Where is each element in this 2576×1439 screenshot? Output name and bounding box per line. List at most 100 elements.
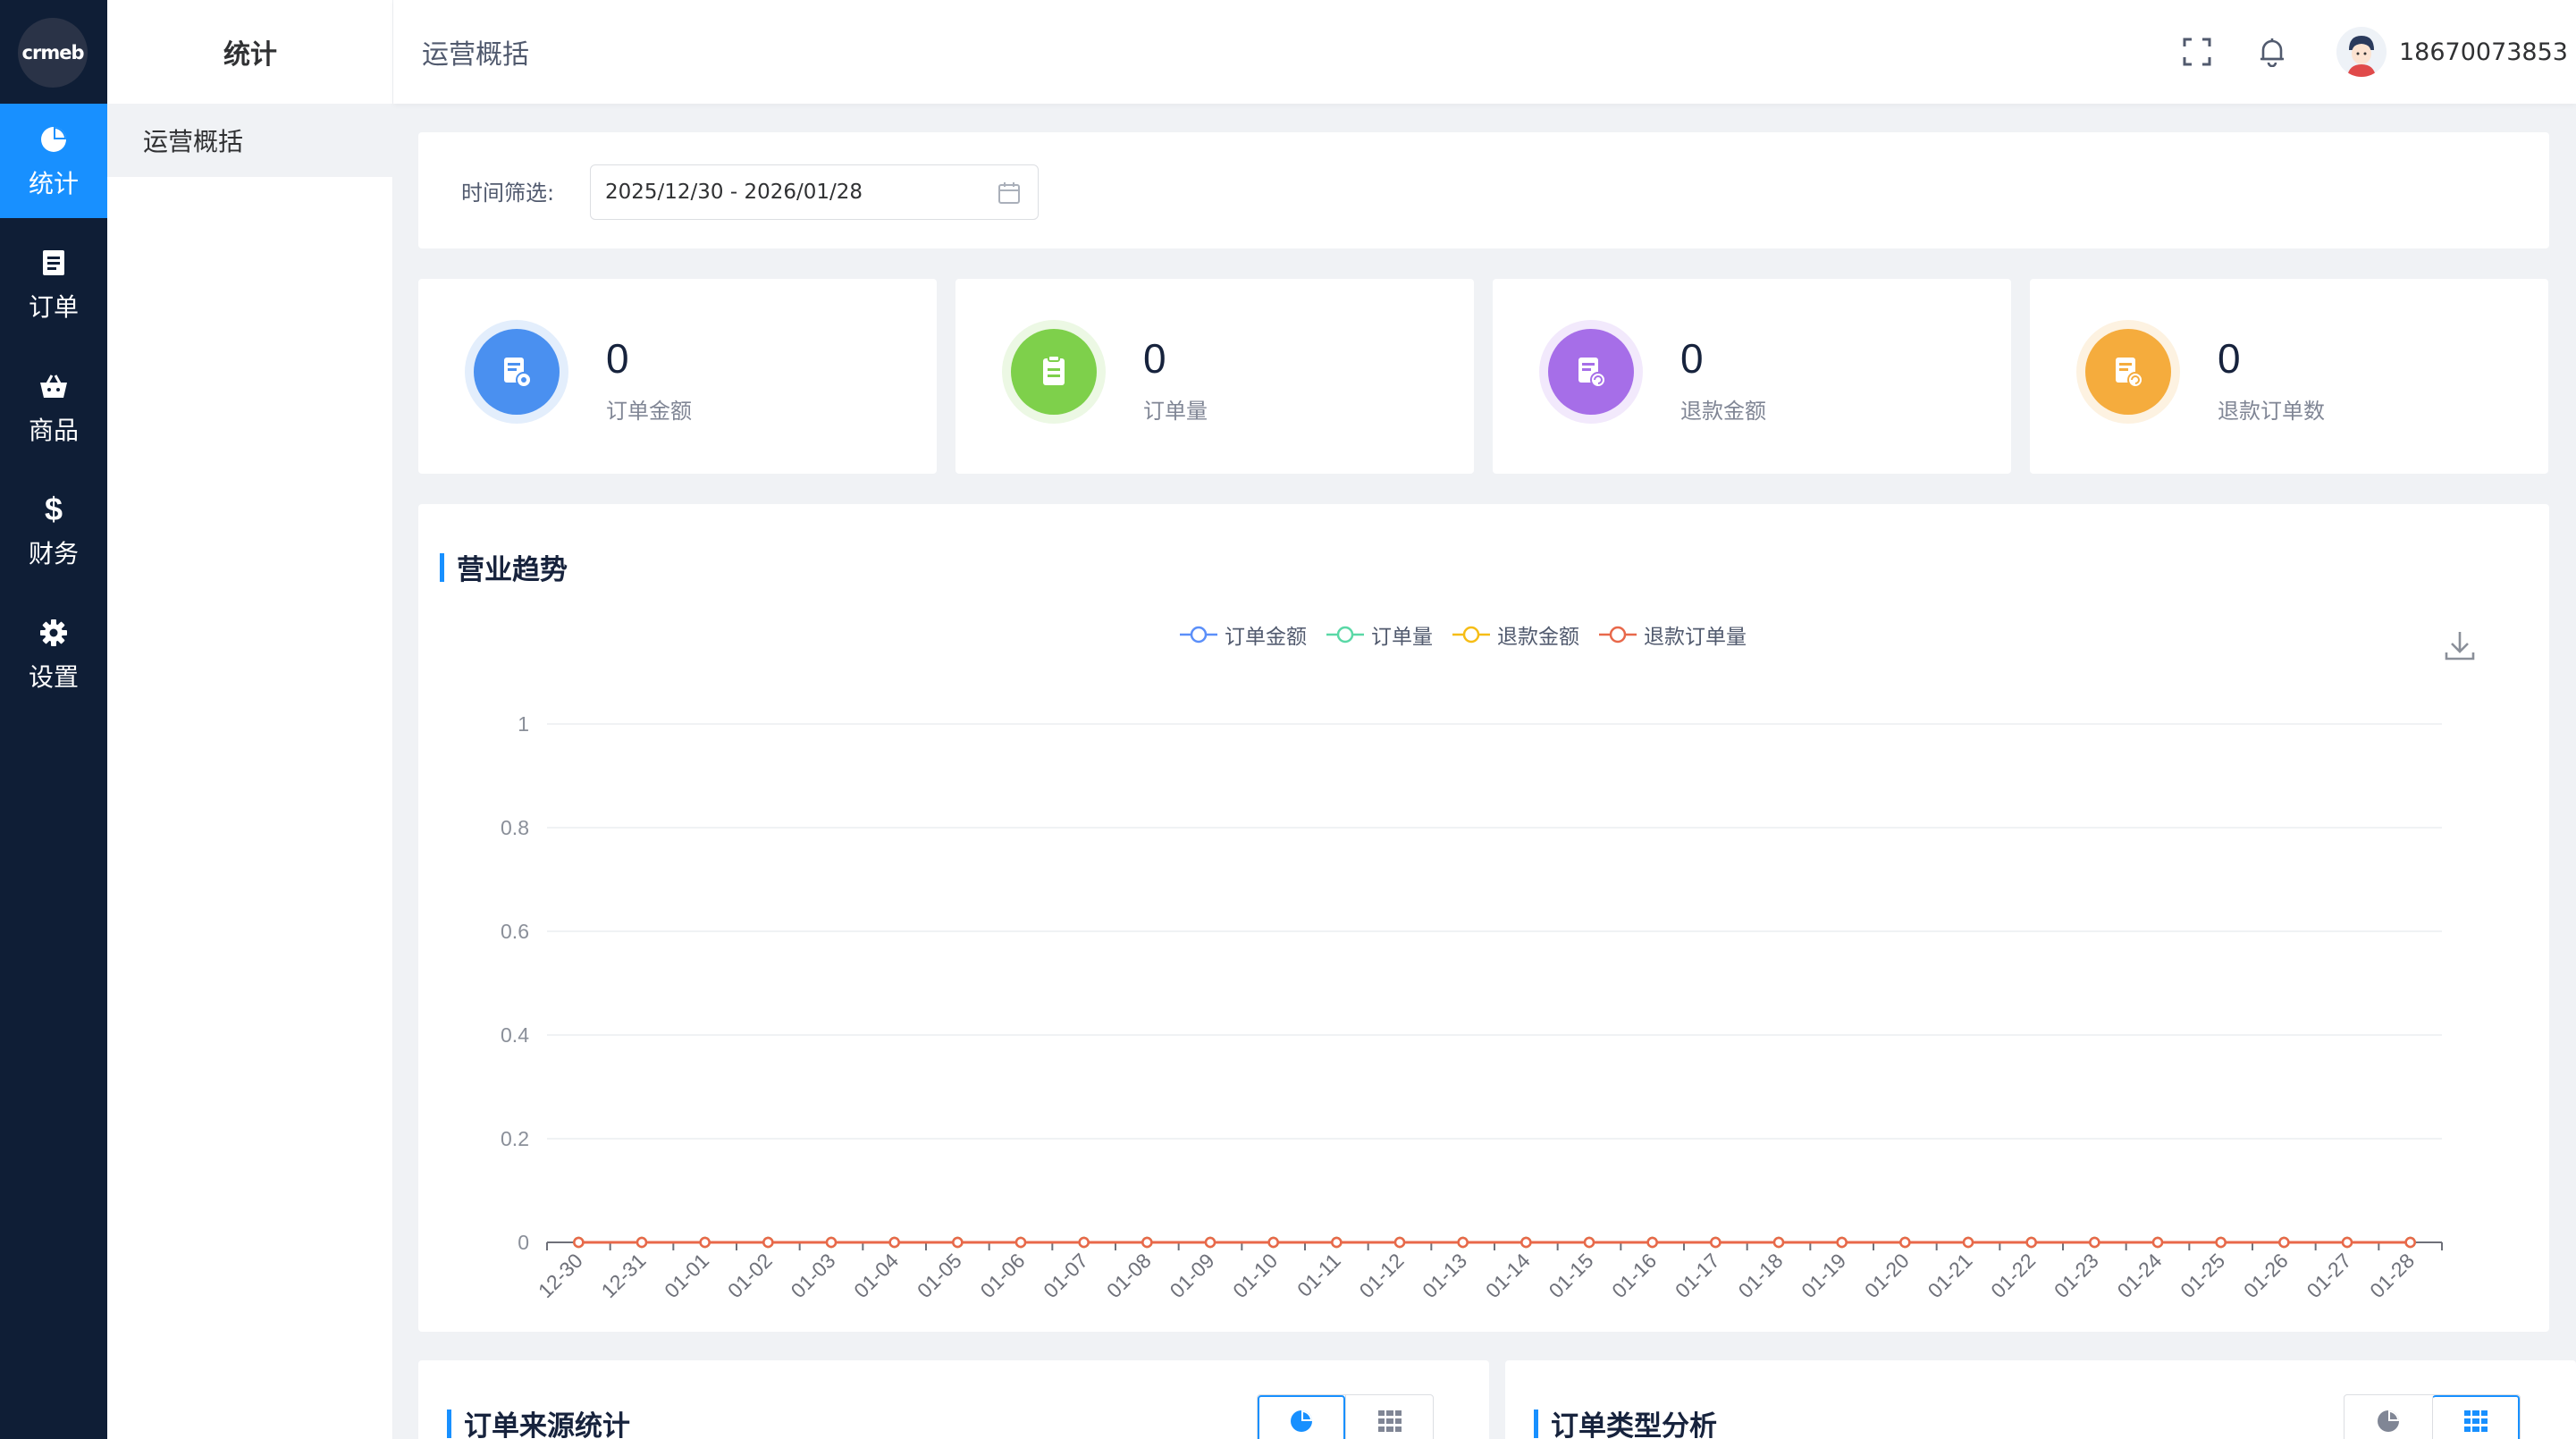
- data-point: [1899, 1236, 1911, 1249]
- x-tick-label: 01-13: [1418, 1249, 1471, 1302]
- avatar[interactable]: [2336, 27, 2387, 77]
- x-tick-label: 01-16: [1607, 1249, 1661, 1302]
- data-point: [636, 1236, 648, 1249]
- stat-value: 0: [606, 335, 629, 382]
- x-tick-label: 01-09: [1166, 1249, 1219, 1302]
- order-source-title-text: 订单来源统计: [464, 1410, 630, 1439]
- data-point: [1267, 1236, 1279, 1249]
- refund-count-icon: [2085, 329, 2171, 415]
- data-point: [825, 1236, 838, 1249]
- data-point: [1331, 1236, 1343, 1249]
- date-range-picker[interactable]: 2025/12/30 - 2026/01/28: [590, 164, 1039, 220]
- stat-label: 订单量: [1143, 399, 1208, 424]
- x-tick-label: 01-06: [976, 1249, 1030, 1302]
- logo[interactable]: crmeb: [18, 18, 88, 88]
- data-point: [1646, 1236, 1658, 1249]
- rail-item-settings[interactable]: 设置: [0, 597, 107, 711]
- data-point: [1962, 1236, 1974, 1249]
- stat-value: 0: [1143, 335, 1166, 382]
- rail-item-label: 设置: [28, 662, 79, 692]
- pie-view-button[interactable]: [1258, 1395, 1345, 1439]
- view-toggle: [1257, 1394, 1434, 1439]
- username[interactable]: 18670073853: [2399, 0, 2568, 104]
- x-tick-label: 01-26: [2239, 1249, 2293, 1302]
- x-tick-label: 12-30: [534, 1249, 587, 1302]
- order-count-icon: [1011, 329, 1097, 415]
- y-tick-label: 1: [518, 712, 529, 736]
- data-point: [1836, 1236, 1848, 1249]
- logo-text: crmeb: [21, 42, 85, 63]
- order-type-title: 订单类型分析: [1534, 1403, 1717, 1439]
- x-tick-label: 01-11: [1292, 1249, 1345, 1301]
- data-point: [2025, 1236, 2037, 1249]
- order-source-title: 订单来源统计: [447, 1403, 630, 1439]
- gear-icon: [36, 615, 72, 651]
- rail-item-products[interactable]: 商品: [0, 350, 107, 465]
- stat-icon-ring: [1539, 320, 1643, 424]
- rail-item-label: 财务: [28, 539, 79, 568]
- stat-card-refund-count: 0 退款订单数: [2030, 279, 2548, 474]
- date-filter-label: 时间筛选:: [461, 180, 555, 206]
- x-tick-label: 01-07: [1039, 1249, 1092, 1302]
- rail-item-label: 订单: [28, 292, 79, 322]
- x-tick-label: 01-03: [787, 1249, 840, 1302]
- table-icon: [1377, 1410, 1402, 1432]
- pie-chart-icon: [36, 122, 72, 157]
- trend-card: 营业趋势 订单金额 订单量 退款金额 退款订单量 0 0.2 0.4 0.6 0.8 1 1…: [418, 504, 2549, 1332]
- table-view-button[interactable]: [2432, 1395, 2520, 1439]
- y-tick-label: 0.4: [501, 1023, 529, 1047]
- x-tick-label: 01-17: [1671, 1249, 1724, 1302]
- x-tick-label: 01-10: [1228, 1249, 1282, 1302]
- x-tick-label: 01-21: [1924, 1249, 1977, 1302]
- stat-card-order-amount: 0 订单金额: [418, 279, 937, 474]
- data-point: [1141, 1236, 1153, 1249]
- data-point: [1393, 1236, 1406, 1249]
- data-point: [2089, 1236, 2100, 1249]
- pie-view-button[interactable]: [2344, 1395, 2432, 1439]
- data-point: [1772, 1236, 1785, 1249]
- x-tick-label: 01-14: [1481, 1249, 1535, 1302]
- refund-amount-icon: [1548, 329, 1634, 415]
- pie-chart-icon: [1291, 1410, 1312, 1432]
- y-tick-label: 0: [518, 1231, 529, 1254]
- data-point: [1583, 1236, 1595, 1249]
- order-icon: [36, 245, 72, 281]
- data-point: [1710, 1236, 1722, 1249]
- fullscreen-icon[interactable]: [2179, 34, 2215, 70]
- stat-label: 订单金额: [606, 399, 692, 424]
- stat-value: 0: [2218, 335, 2241, 382]
- main-sidebar: crmeb 统计 订单 商品 $ 财务 设置: [0, 0, 107, 1439]
- y-tick-label: 0.6: [501, 920, 529, 943]
- table-icon: [2463, 1410, 2488, 1432]
- order-source-card: 订单来源统计: [418, 1360, 1489, 1439]
- order-type-card: 订单类型分析: [1505, 1360, 2576, 1439]
- data-point: [888, 1236, 900, 1249]
- line-chart: 00.20.40.60.8112-30 12-31 01-01 01-02 01-03 0…: [501, 712, 2443, 1302]
- x-tick-label: 01-20: [1860, 1249, 1914, 1302]
- data-point: [1520, 1236, 1532, 1249]
- order-type-title-text: 订单类型分析: [1551, 1410, 1717, 1439]
- dollar-icon: $: [44, 491, 63, 527]
- data-point: [1204, 1236, 1216, 1249]
- x-tick-label: 01-24: [2113, 1249, 2167, 1302]
- bell-icon[interactable]: [2254, 34, 2290, 70]
- x-tick-label: 12-31: [597, 1249, 651, 1302]
- rail-item-orders[interactable]: 订单: [0, 227, 107, 341]
- table-view-button[interactable]: [1345, 1395, 1433, 1439]
- stat-icon-ring: [1002, 320, 1106, 424]
- x-tick-label: 01-15: [1545, 1249, 1598, 1302]
- submenu-item-label: 运营概括: [143, 127, 244, 156]
- breadcrumb: 运营概括: [422, 39, 529, 71]
- title-accent-bar: [447, 1409, 451, 1438]
- rail-item-finance[interactable]: $ 财务: [0, 474, 107, 588]
- rail-item-statistics[interactable]: 统计: [0, 104, 107, 218]
- submenu-item-overview[interactable]: 运营概括: [107, 104, 393, 177]
- x-tick-label: 01-23: [2050, 1249, 2103, 1302]
- data-point: [2278, 1236, 2290, 1249]
- x-tick-label: 01-25: [2176, 1249, 2229, 1302]
- basket-icon: [36, 368, 72, 404]
- data-point: [2341, 1236, 2353, 1249]
- y-tick-label: 0.2: [501, 1127, 529, 1150]
- pie-chart-icon: [2378, 1410, 2399, 1432]
- rail-item-label: 统计: [28, 169, 79, 198]
